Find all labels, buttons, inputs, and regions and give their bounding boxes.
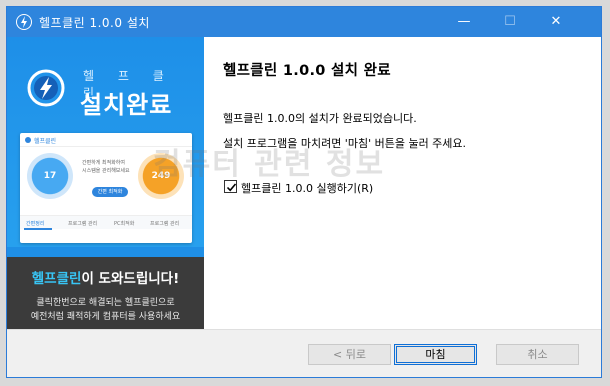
app-logo-icon: [16, 14, 32, 30]
wizard-content-pane: 헬프클린 1.0.0 설치 완료 헬프클린 1.0.0의 설치가 완료되었습니다…: [204, 37, 601, 329]
wizard-button-bar: < 뒤로 마침 취소: [7, 329, 601, 377]
help-promo-line: 예전처럼 쾌적하게 컴퓨터를 사용하세요: [30, 312, 181, 322]
installer-window: 헬프클린 1.0.0 설치 — ☐ ✕ 헬 프 클 린 설치완료 헬프클린 17…: [6, 6, 602, 378]
help-promo-brand: 헬프클린: [31, 271, 82, 287]
preview-header-text: 헬프클린: [34, 138, 57, 145]
help-promo-title: 헬프클린이 도와드립니다!: [7, 267, 204, 287]
preview-logo-icon: [25, 137, 31, 143]
preview-tab: 프로그램 관리: [150, 221, 180, 227]
watermark-text: 컴퓨터 관련 정보: [153, 147, 386, 182]
wizard-side-banner: 헬 프 클 린 설치완료 헬프클린 17 간편하게 최적화하여 시스템을 관리해…: [7, 37, 204, 329]
close-button[interactable]: ✕: [533, 7, 579, 37]
preview-tabs: 간편정리 프로그램 관리 PC최적화 프로그램 관리: [20, 215, 192, 230]
help-promo-box: 헬프클린이 도와드립니다! 클릭한번으로 해결되는 헬프클린으로 예전처럼 쾌적…: [7, 257, 204, 329]
help-promo-line: 클릭한번으로 해결되는 헬프클린으로: [36, 298, 175, 308]
finish-button[interactable]: 마침: [394, 344, 477, 365]
help-promo-title-rest: 이 도와드립니다!: [81, 271, 180, 287]
preview-text-line: 시스템을 관리해보세요: [82, 168, 130, 174]
brand-logo-icon: [27, 69, 65, 107]
title-bar[interactable]: 헬프클린 1.0.0 설치 — ☐ ✕: [7, 7, 601, 37]
banner-title: 설치완료: [80, 91, 173, 119]
preview-optimize-button: 간편 최적화: [92, 187, 128, 197]
preview-tab: 간편정리: [26, 221, 45, 227]
window-title: 헬프클린 1.0.0 설치: [39, 16, 150, 30]
checkmark-icon: [226, 183, 237, 192]
minimize-button[interactable]: —: [441, 7, 487, 37]
maximize-button[interactable]: ☐: [487, 7, 533, 37]
cancel-button[interactable]: 취소: [496, 344, 579, 365]
preview-tab: PC최적화: [114, 221, 135, 227]
screen-background: 헬프클린 1.0.0 설치 — ☐ ✕ 헬 프 클 린 설치완료 헬프클린 17…: [0, 0, 610, 386]
preview-left-gauge-value: 17: [43, 171, 57, 181]
back-button[interactable]: < 뒤로: [308, 344, 391, 365]
preview-left-gauge: 17: [27, 153, 73, 199]
page-title: 헬프클린 1.0.0 설치 완료: [223, 63, 391, 79]
completion-message: 헬프클린 1.0.0의 설치가 완료되었습니다.: [223, 112, 417, 125]
preview-tab: 프로그램 관리: [68, 221, 98, 227]
preview-tab-indicator: [24, 228, 52, 230]
preview-text-line: 간편하게 최적화하여: [82, 160, 125, 166]
